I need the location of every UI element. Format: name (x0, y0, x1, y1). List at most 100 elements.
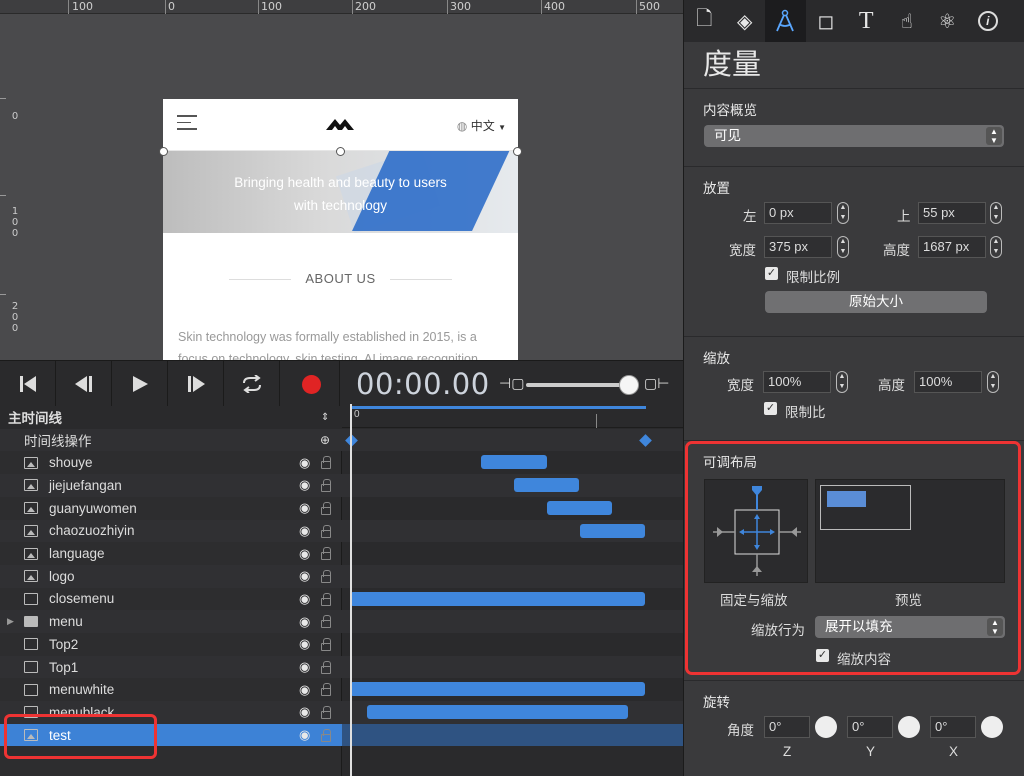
animation-segment[interactable] (350, 682, 645, 697)
timeline-track[interactable] (342, 723, 683, 747)
lock-icon[interactable] (321, 728, 331, 742)
width-input[interactable]: 375 px (764, 236, 832, 258)
hamburger-icon[interactable] (177, 115, 197, 131)
layer-row[interactable]: logo ◉ (0, 564, 342, 588)
timeline-track[interactable] (342, 474, 683, 497)
timeline-track[interactable] (342, 497, 683, 520)
resize-handle[interactable] (513, 147, 522, 156)
lock-icon[interactable] (321, 638, 331, 651)
actions-inspector-tab[interactable]: ☝ (887, 0, 928, 42)
step-back-button[interactable] (56, 361, 112, 407)
zoom-slider-knob[interactable] (619, 375, 639, 395)
visibility-eye-icon[interactable]: ◉ (299, 659, 310, 675)
layer-row[interactable]: shouye ◉ (0, 451, 342, 474)
scale-height-stepper[interactable]: ▲ ▼ (987, 371, 999, 393)
record-button[interactable] (284, 361, 340, 407)
lock-icon[interactable] (321, 592, 331, 606)
lock-icon[interactable] (321, 501, 331, 515)
timeline-track[interactable] (342, 519, 683, 543)
left-input[interactable]: 0 px (764, 202, 832, 224)
timeline-chooser-icon[interactable]: ⇕ (321, 412, 329, 423)
keyframe-marker[interactable] (639, 433, 652, 447)
lock-icon[interactable] (321, 569, 331, 583)
visibility-eye-icon[interactable]: ◉ (299, 546, 310, 562)
visibility-eye-icon[interactable]: ◉ (299, 477, 310, 493)
layer-row[interactable]: Top2 ◉ (0, 633, 342, 656)
zoom-out-icon[interactable]: ⊣▢ (499, 375, 524, 392)
add-action-icon[interactable]: ⊕ (320, 433, 330, 447)
visibility-eye-icon[interactable]: ◉ (299, 727, 310, 743)
visibility-eye-icon[interactable]: ◉ (299, 614, 310, 630)
element-inspector-tab[interactable]: ◻ (806, 0, 847, 42)
timeline-track[interactable] (342, 655, 683, 679)
metrics-inspector-tab[interactable] (765, 0, 806, 42)
timeline-actions-row[interactable]: 时间线操作 ⊕ (0, 428, 342, 452)
visibility-eye-icon[interactable]: ◉ (299, 568, 310, 584)
identity-inspector-tab[interactable]: i (968, 0, 1009, 42)
lock-icon[interactable] (321, 615, 331, 629)
layer-row[interactable]: menuwhite ◉ (0, 678, 342, 701)
resize-handle[interactable] (336, 147, 345, 156)
timeline-track[interactable] (342, 701, 683, 724)
scale-constrain-checkbox[interactable]: ✓ (764, 402, 777, 415)
animation-segment[interactable] (514, 478, 579, 493)
layer-row[interactable]: chaozuozhiyin ◉ (0, 519, 342, 543)
play-button[interactable] (112, 361, 168, 407)
lock-icon[interactable] (321, 660, 331, 674)
top-input[interactable]: 55 px (918, 202, 986, 224)
timeline-track[interactable] (342, 633, 683, 656)
lock-icon[interactable] (321, 479, 331, 493)
timeline-zoom-slider[interactable] (526, 383, 630, 387)
animation-segment[interactable] (580, 523, 645, 538)
visibility-eye-icon[interactable]: ◉ (299, 636, 310, 652)
lock-icon[interactable] (321, 524, 331, 538)
rotation-y-input[interactable]: 0° (847, 716, 893, 738)
visibility-eye-icon[interactable]: ◉ (299, 500, 310, 516)
scale-width-stepper[interactable]: ▲ ▼ (836, 371, 848, 393)
layer-row[interactable]: Top1 ◉ (0, 655, 342, 679)
typography-inspector-tab[interactable]: T (846, 0, 887, 42)
scale-height-input[interactable]: 100% (914, 371, 982, 393)
constrain-proportions-checkbox[interactable]: ✓ (765, 267, 778, 280)
lock-icon[interactable] (321, 456, 331, 470)
layer-row[interactable]: ▶ menu ◉ (0, 610, 342, 633)
document-inspector-tab[interactable]: 🗋 (684, 0, 725, 42)
rotation-x-input[interactable]: 0° (930, 716, 976, 738)
rotation-y-dial[interactable] (898, 716, 920, 738)
original-size-button[interactable]: 原始大小 (765, 291, 987, 313)
scene-canvas[interactable]: 100 0 100 200 300 400 500 0 100 200 ◍ 中文… (0, 0, 683, 360)
timeline-track[interactable] (342, 588, 683, 611)
language-selector[interactable]: ◍ 中文 ▼ (457, 117, 506, 134)
playhead[interactable] (350, 404, 352, 776)
physics-inspector-tab[interactable]: ⚛ (927, 0, 968, 42)
visibility-eye-icon[interactable]: ◉ (299, 704, 310, 720)
width-stepper[interactable]: ▲ ▼ (837, 236, 849, 258)
timeline-selector[interactable]: 主时间线 ⇕ (0, 406, 342, 429)
animation-segment[interactable] (481, 455, 547, 470)
scene-inspector-tab[interactable]: ◈ (725, 0, 766, 42)
height-input[interactable]: 1687 px (918, 236, 986, 258)
layer-row[interactable]: guanyuwomen ◉ (0, 497, 342, 520)
disclosure-triangle-icon[interactable]: ▶ (7, 616, 14, 627)
top-stepper[interactable]: ▲ ▼ (990, 202, 1002, 224)
lock-icon[interactable] (321, 683, 331, 697)
visibility-eye-icon[interactable]: ◉ (299, 455, 310, 471)
timeline-track[interactable] (342, 564, 683, 588)
rotation-z-dial[interactable] (815, 716, 837, 738)
layer-row[interactable]: language ◉ (0, 542, 342, 565)
animation-segment[interactable] (547, 500, 612, 515)
animation-segment[interactable] (350, 591, 645, 606)
timeline-track[interactable] (342, 451, 683, 474)
visibility-eye-icon[interactable]: ◉ (299, 682, 310, 698)
timeline-track[interactable] (342, 610, 683, 633)
animation-segment[interactable] (367, 705, 628, 720)
lock-icon[interactable] (321, 547, 331, 561)
loop-button[interactable] (224, 361, 280, 407)
timeline-tracks[interactable]: 0 (342, 406, 683, 776)
go-to-start-button[interactable] (0, 361, 56, 407)
height-stepper[interactable]: ▲ ▼ (990, 236, 1002, 258)
visibility-eye-icon[interactable]: ◉ (299, 591, 310, 607)
visibility-eye-icon[interactable]: ◉ (299, 523, 310, 539)
step-forward-button[interactable] (168, 361, 224, 407)
visibility-select[interactable]: 可见 ▲ ▼ (704, 125, 1004, 147)
